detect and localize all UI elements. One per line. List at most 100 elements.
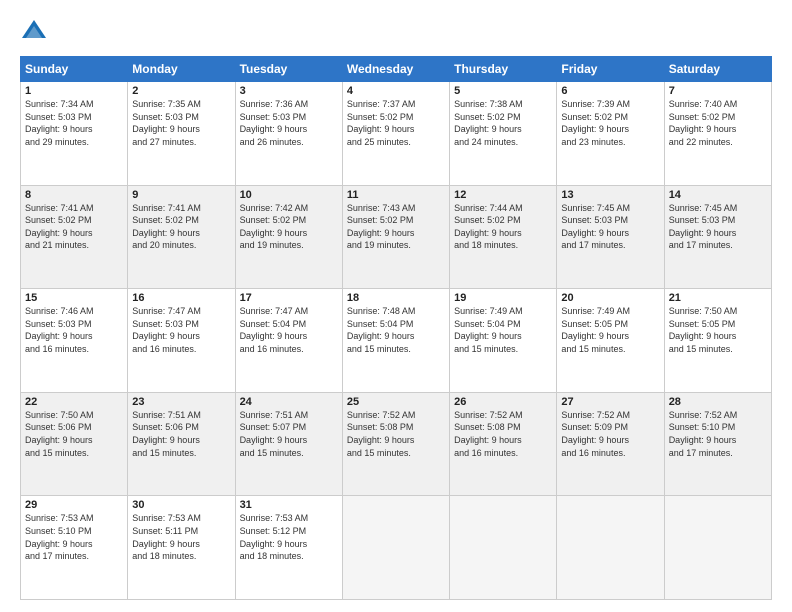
day-cell: 16Sunrise: 7:47 AM Sunset: 5:03 PM Dayli… — [128, 289, 235, 393]
day-info: Sunrise: 7:50 AM Sunset: 5:06 PM Dayligh… — [25, 409, 123, 459]
day-cell: 27Sunrise: 7:52 AM Sunset: 5:09 PM Dayli… — [557, 392, 664, 496]
day-info: Sunrise: 7:36 AM Sunset: 5:03 PM Dayligh… — [240, 98, 338, 148]
day-number: 4 — [347, 85, 445, 97]
day-cell: 28Sunrise: 7:52 AM Sunset: 5:10 PM Dayli… — [664, 392, 771, 496]
day-info: Sunrise: 7:44 AM Sunset: 5:02 PM Dayligh… — [454, 202, 552, 252]
calendar-header-row: SundayMondayTuesdayWednesdayThursdayFrid… — [21, 57, 772, 82]
header-cell-wednesday: Wednesday — [342, 57, 449, 82]
day-info: Sunrise: 7:52 AM Sunset: 5:10 PM Dayligh… — [669, 409, 767, 459]
day-info: Sunrise: 7:53 AM Sunset: 5:10 PM Dayligh… — [25, 512, 123, 562]
day-number: 13 — [561, 189, 659, 201]
day-cell: 26Sunrise: 7:52 AM Sunset: 5:08 PM Dayli… — [450, 392, 557, 496]
day-number: 8 — [25, 189, 123, 201]
day-cell: 9Sunrise: 7:41 AM Sunset: 5:02 PM Daylig… — [128, 185, 235, 289]
day-cell: 10Sunrise: 7:42 AM Sunset: 5:02 PM Dayli… — [235, 185, 342, 289]
day-info: Sunrise: 7:37 AM Sunset: 5:02 PM Dayligh… — [347, 98, 445, 148]
day-cell — [450, 496, 557, 600]
day-info: Sunrise: 7:35 AM Sunset: 5:03 PM Dayligh… — [132, 98, 230, 148]
day-number: 5 — [454, 85, 552, 97]
day-cell: 4Sunrise: 7:37 AM Sunset: 5:02 PM Daylig… — [342, 82, 449, 186]
day-number: 26 — [454, 396, 552, 408]
week-row-2: 8Sunrise: 7:41 AM Sunset: 5:02 PM Daylig… — [21, 185, 772, 289]
day-number: 19 — [454, 292, 552, 304]
header-cell-sunday: Sunday — [21, 57, 128, 82]
day-number: 20 — [561, 292, 659, 304]
day-info: Sunrise: 7:42 AM Sunset: 5:02 PM Dayligh… — [240, 202, 338, 252]
day-number: 11 — [347, 189, 445, 201]
day-cell: 11Sunrise: 7:43 AM Sunset: 5:02 PM Dayli… — [342, 185, 449, 289]
header-cell-tuesday: Tuesday — [235, 57, 342, 82]
day-info: Sunrise: 7:38 AM Sunset: 5:02 PM Dayligh… — [454, 98, 552, 148]
day-number: 14 — [669, 189, 767, 201]
day-number: 15 — [25, 292, 123, 304]
day-cell: 6Sunrise: 7:39 AM Sunset: 5:02 PM Daylig… — [557, 82, 664, 186]
day-cell: 1Sunrise: 7:34 AM Sunset: 5:03 PM Daylig… — [21, 82, 128, 186]
day-info: Sunrise: 7:52 AM Sunset: 5:08 PM Dayligh… — [347, 409, 445, 459]
day-cell: 2Sunrise: 7:35 AM Sunset: 5:03 PM Daylig… — [128, 82, 235, 186]
day-number: 12 — [454, 189, 552, 201]
day-number: 21 — [669, 292, 767, 304]
day-cell: 22Sunrise: 7:50 AM Sunset: 5:06 PM Dayli… — [21, 392, 128, 496]
day-info: Sunrise: 7:47 AM Sunset: 5:03 PM Dayligh… — [132, 305, 230, 355]
day-cell: 29Sunrise: 7:53 AM Sunset: 5:10 PM Dayli… — [21, 496, 128, 600]
day-number: 24 — [240, 396, 338, 408]
day-number: 31 — [240, 499, 338, 511]
day-number: 7 — [669, 85, 767, 97]
day-number: 17 — [240, 292, 338, 304]
day-info: Sunrise: 7:51 AM Sunset: 5:06 PM Dayligh… — [132, 409, 230, 459]
header-cell-thursday: Thursday — [450, 57, 557, 82]
day-info: Sunrise: 7:40 AM Sunset: 5:02 PM Dayligh… — [669, 98, 767, 148]
day-cell: 23Sunrise: 7:51 AM Sunset: 5:06 PM Dayli… — [128, 392, 235, 496]
day-cell: 21Sunrise: 7:50 AM Sunset: 5:05 PM Dayli… — [664, 289, 771, 393]
day-cell: 18Sunrise: 7:48 AM Sunset: 5:04 PM Dayli… — [342, 289, 449, 393]
day-info: Sunrise: 7:49 AM Sunset: 5:05 PM Dayligh… — [561, 305, 659, 355]
day-info: Sunrise: 7:52 AM Sunset: 5:09 PM Dayligh… — [561, 409, 659, 459]
day-number: 1 — [25, 85, 123, 97]
day-info: Sunrise: 7:51 AM Sunset: 5:07 PM Dayligh… — [240, 409, 338, 459]
day-cell: 15Sunrise: 7:46 AM Sunset: 5:03 PM Dayli… — [21, 289, 128, 393]
header-cell-friday: Friday — [557, 57, 664, 82]
day-number: 28 — [669, 396, 767, 408]
day-number: 25 — [347, 396, 445, 408]
logo — [20, 18, 52, 46]
day-info: Sunrise: 7:47 AM Sunset: 5:04 PM Dayligh… — [240, 305, 338, 355]
day-cell: 13Sunrise: 7:45 AM Sunset: 5:03 PM Dayli… — [557, 185, 664, 289]
day-number: 22 — [25, 396, 123, 408]
week-row-4: 22Sunrise: 7:50 AM Sunset: 5:06 PM Dayli… — [21, 392, 772, 496]
day-number: 16 — [132, 292, 230, 304]
day-number: 27 — [561, 396, 659, 408]
week-row-3: 15Sunrise: 7:46 AM Sunset: 5:03 PM Dayli… — [21, 289, 772, 393]
page: SundayMondayTuesdayWednesdayThursdayFrid… — [0, 0, 792, 612]
day-info: Sunrise: 7:48 AM Sunset: 5:04 PM Dayligh… — [347, 305, 445, 355]
header-cell-saturday: Saturday — [664, 57, 771, 82]
calendar-table: SundayMondayTuesdayWednesdayThursdayFrid… — [20, 56, 772, 600]
day-number: 23 — [132, 396, 230, 408]
day-info: Sunrise: 7:53 AM Sunset: 5:12 PM Dayligh… — [240, 512, 338, 562]
day-cell — [342, 496, 449, 600]
day-info: Sunrise: 7:41 AM Sunset: 5:02 PM Dayligh… — [25, 202, 123, 252]
day-info: Sunrise: 7:41 AM Sunset: 5:02 PM Dayligh… — [132, 202, 230, 252]
day-cell: 8Sunrise: 7:41 AM Sunset: 5:02 PM Daylig… — [21, 185, 128, 289]
day-number: 29 — [25, 499, 123, 511]
day-cell: 3Sunrise: 7:36 AM Sunset: 5:03 PM Daylig… — [235, 82, 342, 186]
logo-icon — [20, 18, 48, 46]
day-number: 2 — [132, 85, 230, 97]
day-number: 30 — [132, 499, 230, 511]
day-cell: 24Sunrise: 7:51 AM Sunset: 5:07 PM Dayli… — [235, 392, 342, 496]
day-info: Sunrise: 7:39 AM Sunset: 5:02 PM Dayligh… — [561, 98, 659, 148]
header-cell-monday: Monday — [128, 57, 235, 82]
day-number: 10 — [240, 189, 338, 201]
day-cell: 25Sunrise: 7:52 AM Sunset: 5:08 PM Dayli… — [342, 392, 449, 496]
day-cell — [664, 496, 771, 600]
day-cell: 30Sunrise: 7:53 AM Sunset: 5:11 PM Dayli… — [128, 496, 235, 600]
day-cell: 7Sunrise: 7:40 AM Sunset: 5:02 PM Daylig… — [664, 82, 771, 186]
day-cell: 31Sunrise: 7:53 AM Sunset: 5:12 PM Dayli… — [235, 496, 342, 600]
day-info: Sunrise: 7:45 AM Sunset: 5:03 PM Dayligh… — [561, 202, 659, 252]
calendar-body: 1Sunrise: 7:34 AM Sunset: 5:03 PM Daylig… — [21, 82, 772, 600]
day-info: Sunrise: 7:43 AM Sunset: 5:02 PM Dayligh… — [347, 202, 445, 252]
day-info: Sunrise: 7:52 AM Sunset: 5:08 PM Dayligh… — [454, 409, 552, 459]
day-number: 9 — [132, 189, 230, 201]
day-cell: 14Sunrise: 7:45 AM Sunset: 5:03 PM Dayli… — [664, 185, 771, 289]
day-cell: 5Sunrise: 7:38 AM Sunset: 5:02 PM Daylig… — [450, 82, 557, 186]
day-info: Sunrise: 7:46 AM Sunset: 5:03 PM Dayligh… — [25, 305, 123, 355]
